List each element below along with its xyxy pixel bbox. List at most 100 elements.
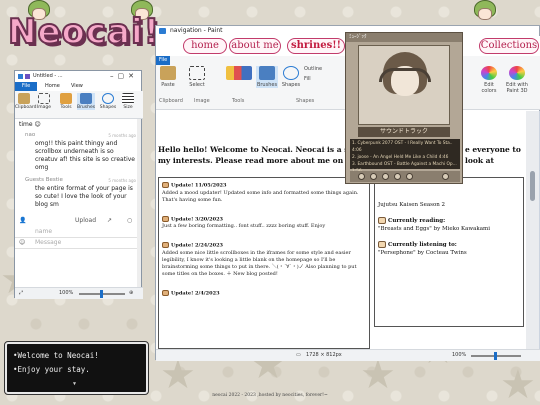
zoom-slider[interactable] — [471, 352, 521, 360]
background-star: ★ — [500, 362, 536, 405]
vertical-scrollbar[interactable] — [526, 111, 539, 349]
upload-button[interactable]: Upload — [75, 215, 96, 227]
stop-icon[interactable] — [394, 173, 401, 180]
paste-button[interactable]: Paste — [158, 66, 178, 88]
guestbook-scrollbox[interactable]: time 😊 nao 5 months ago omg!! this paint… — [15, 119, 139, 287]
palette-icon — [481, 66, 497, 80]
message-author: Guests Bestie 5 months ago — [25, 177, 136, 183]
message-field[interactable]: ☺ Message — [15, 238, 139, 249]
ribbon-tabs: File Home View — [15, 82, 143, 91]
window-controls[interactable]: –▢✕ — [110, 71, 138, 82]
clipboard-icon — [18, 93, 30, 104]
playlist[interactable]: 1. Cyberpunk 2077 OST - I Really Want To… — [350, 139, 460, 174]
status-bar: ⤢ 100% ⊕ — [15, 287, 143, 299]
group-label-image: Image — [194, 98, 210, 104]
ribbon: Clipboard Image Tools Brushes Shapes Siz… — [15, 91, 143, 119]
update-icon — [162, 242, 169, 248]
site-logo[interactable]: Neocai! — [2, 0, 162, 68]
pencil-icon — [60, 93, 72, 104]
paint3d-icon — [509, 66, 525, 80]
external-link-icon[interactable]: ↗ — [107, 215, 112, 227]
shapes-icon — [102, 93, 114, 104]
select-button[interactable]: Select — [186, 66, 208, 88]
group-label-shapes: Shapes — [296, 98, 315, 104]
group-label-clipboard: Clipboard — [159, 98, 183, 104]
zoom-slider-thumb[interactable] — [100, 290, 103, 298]
listening-value: "Persephone" by Cocteau Twins — [378, 250, 467, 256]
reading-heading: Currently reading: — [378, 217, 520, 225]
site-footer: neocai 2022 - 2023 ,hosted by neocities,… — [212, 393, 328, 398]
nav-about-me[interactable]: about me — [229, 38, 281, 54]
update-entry: Update! 11/05/2023 Added a mood updater!… — [162, 182, 359, 203]
image-button[interactable]: Image — [35, 93, 53, 110]
shapes-icon — [283, 66, 299, 80]
brushes-button[interactable]: Brushes — [77, 93, 95, 110]
playlist-item[interactable]: 2. joose - An Angel Held Me Like a Child… — [352, 154, 458, 161]
reading-value: "Breasts and Eggs" by Mieko Kawakami — [378, 226, 490, 232]
shapes-button[interactable]: Shapes — [280, 66, 302, 88]
tools-icons[interactable] — [224, 66, 254, 82]
chibi-mascot-icon — [470, 0, 500, 26]
zoom-slider[interactable] — [79, 290, 125, 298]
updates-scrollbox[interactable]: Update! 11/05/2023 Added a mood updater!… — [158, 177, 370, 349]
upload-row: 👤 Upload ↗ ○ — [15, 215, 139, 227]
welcome-dialog: •Welcome to Neocai! •Enjoy your stay. ▼ — [4, 341, 149, 395]
file-tab[interactable]: File — [156, 56, 170, 65]
volume-icon[interactable] — [442, 173, 449, 180]
welcome-text-tail: e everyone to look at — [465, 145, 521, 165]
shapes-button[interactable]: Shapes — [99, 93, 117, 110]
tab-view[interactable]: View — [71, 82, 83, 91]
edit-colors-button[interactable]: Edit colors — [478, 66, 500, 94]
scroll-thumb[interactable] — [530, 171, 535, 201]
fill-dropdown[interactable]: Fill — [304, 76, 334, 82]
size-button[interactable]: Size — [119, 93, 137, 110]
playlist-item[interactable]: 1. Cyberpunk 2077 OST - I Really Want To… — [352, 140, 458, 154]
pause-icon[interactable] — [382, 173, 389, 180]
window-title: navigation - Paint — [170, 27, 223, 34]
emoji-icon[interactable]: ☺ — [19, 238, 25, 248]
currently-box[interactable]: Jujutsu Kaisen Season 2 Currently readin… — [374, 177, 524, 327]
continue-arrow-icon[interactable]: ▼ — [73, 377, 76, 391]
edit-paint3d-button[interactable]: Edit with Paint 3D — [502, 66, 532, 94]
brushes-button[interactable]: Brushes — [256, 66, 278, 88]
message-text: time 😊 — [19, 121, 41, 128]
settings-icon[interactable]: ○ — [127, 215, 132, 227]
zoom-slider-thumb[interactable] — [494, 352, 497, 360]
brush-icon — [80, 93, 92, 104]
update-entry: Update! 3/20/2023 Just a few boring form… — [162, 215, 326, 229]
zoom-level: 100% — [452, 352, 467, 358]
pencil-icon — [226, 66, 252, 80]
fit-icon[interactable]: ⤢ — [19, 288, 23, 299]
brush-icon — [259, 66, 275, 80]
logo-text: Neocai! — [7, 11, 161, 53]
update-icon — [162, 215, 169, 222]
size-icon — [122, 93, 134, 104]
player-name: サウンドトラック — [358, 127, 450, 137]
prev-icon[interactable] — [358, 173, 365, 180]
zoom-in-icon[interactable]: ⊕ — [129, 288, 133, 299]
nav-home[interactable]: home — [183, 38, 227, 54]
dialog-line: •Welcome to Neocai! — [13, 351, 99, 360]
paint-app-icon — [159, 28, 166, 34]
outline-dropdown[interactable]: Outline — [304, 66, 334, 72]
next-icon[interactable] — [406, 173, 413, 180]
tab-home[interactable]: Home — [45, 82, 60, 91]
nav-collections[interactable]: Collections — [479, 38, 539, 54]
update-icon — [162, 289, 169, 296]
headphones-icon — [379, 68, 431, 82]
message-author: nao 5 months ago — [25, 132, 136, 138]
nav-shrines[interactable]: shrines!! — [287, 38, 345, 54]
save-icon[interactable] — [18, 74, 23, 79]
music-player[interactable]: ﾐｭｰｼﾞｯｸ サウンドトラック 1. Cyberpunk 2077 OST -… — [345, 32, 463, 184]
clipboard-button[interactable]: Clipboard — [15, 93, 37, 110]
listening-heading: Currently listening to: — [378, 241, 520, 249]
tab-file[interactable]: File — [15, 82, 37, 91]
vertical-scrollbar[interactable] — [137, 119, 141, 287]
canvas-page: Hello hello! Welcome to Neocai. Neocai i… — [156, 111, 528, 349]
window-titlebar: Untitled - ... –▢✕ — [15, 71, 141, 82]
play-icon[interactable] — [370, 173, 377, 180]
tools-button[interactable]: Tools — [57, 93, 75, 110]
player-title: ﾐｭｰｼﾞｯｸ — [346, 33, 462, 42]
name-field[interactable]: name — [15, 227, 139, 238]
cat-icon — [378, 217, 386, 224]
